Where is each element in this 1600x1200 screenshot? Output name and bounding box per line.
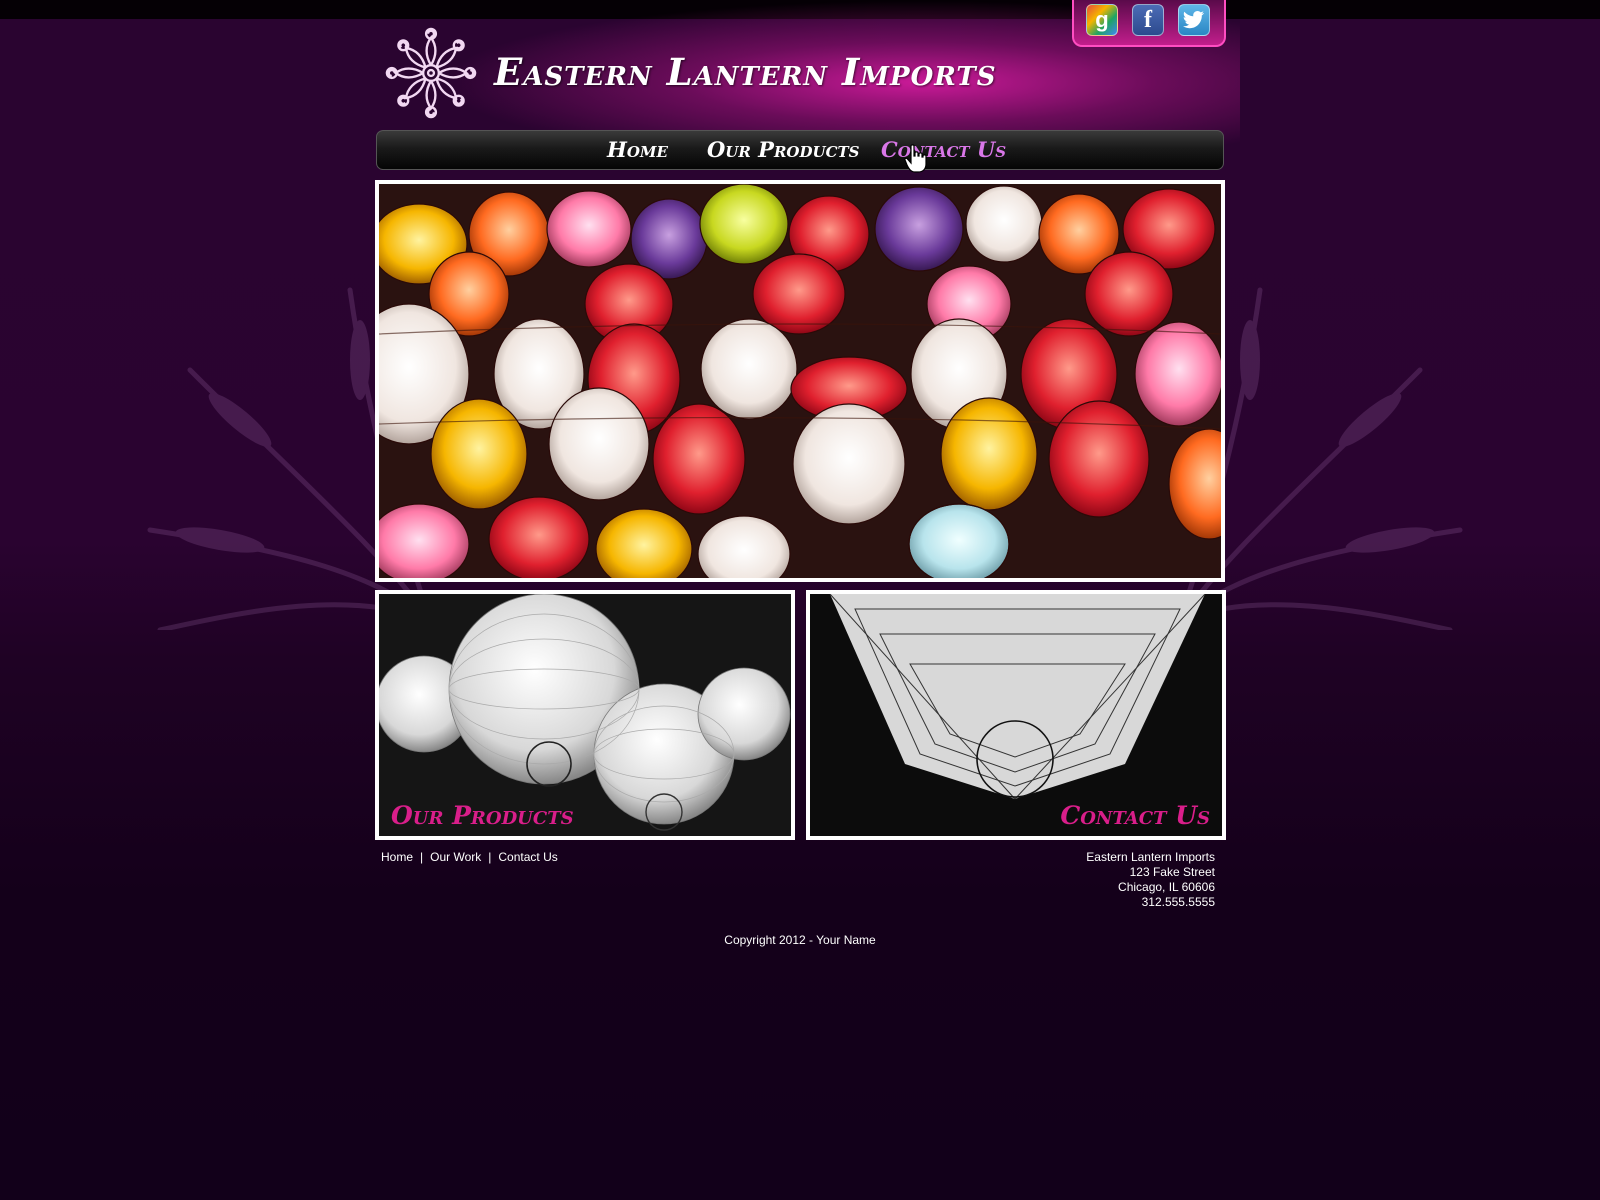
our-products-caption[interactable]: Our Products: [391, 801, 574, 830]
hero-lanterns-image: [375, 180, 1225, 582]
footer-link-home[interactable]: Home: [381, 850, 413, 864]
social-links: g f: [1072, 0, 1226, 47]
footer-links: Home | Our Work | Contact Us: [381, 850, 558, 864]
site-title: Eastern Lantern Imports: [494, 50, 997, 94]
footer-address: Eastern Lantern Imports 123 Fake Street …: [915, 850, 1215, 910]
facebook-icon[interactable]: f: [1132, 4, 1164, 36]
footer-separator: |: [420, 850, 424, 864]
twitter-icon[interactable]: [1178, 4, 1210, 36]
nav-contact-us[interactable]: Contact Us: [881, 137, 1006, 162]
square-lantern-photo-illustration: [810, 594, 1222, 836]
lanterns-photo-illustration: [379, 184, 1221, 578]
footer-separator: |: [488, 850, 492, 864]
copyright-text: Copyright 2012 - Your Name: [724, 933, 876, 947]
paper-lanterns-photo-illustration: [379, 594, 791, 836]
address-phone: 312.555.5555: [1141, 895, 1215, 909]
nav-home[interactable]: Home: [607, 137, 668, 162]
contact-us-caption[interactable]: Contact Us: [1060, 801, 1210, 830]
nav-our-products[interactable]: Our Products: [707, 137, 860, 162]
contact-us-panel[interactable]: Contact Us: [806, 590, 1226, 840]
footer-link-contact-us[interactable]: Contact Us: [498, 850, 557, 864]
our-products-panel[interactable]: Our Products: [375, 590, 795, 840]
address-company: Eastern Lantern Imports: [1086, 850, 1215, 864]
google-icon[interactable]: g: [1086, 4, 1118, 36]
lotus-logo-icon: [385, 27, 477, 119]
main-navigation: Home Our Products Contact Us: [376, 130, 1224, 170]
address-street: 123 Fake Street: [1129, 865, 1215, 879]
footer-link-our-work[interactable]: Our Work: [430, 850, 481, 864]
hand-cursor-icon: [904, 144, 927, 173]
address-city: Chicago, IL 60606: [1118, 880, 1215, 894]
